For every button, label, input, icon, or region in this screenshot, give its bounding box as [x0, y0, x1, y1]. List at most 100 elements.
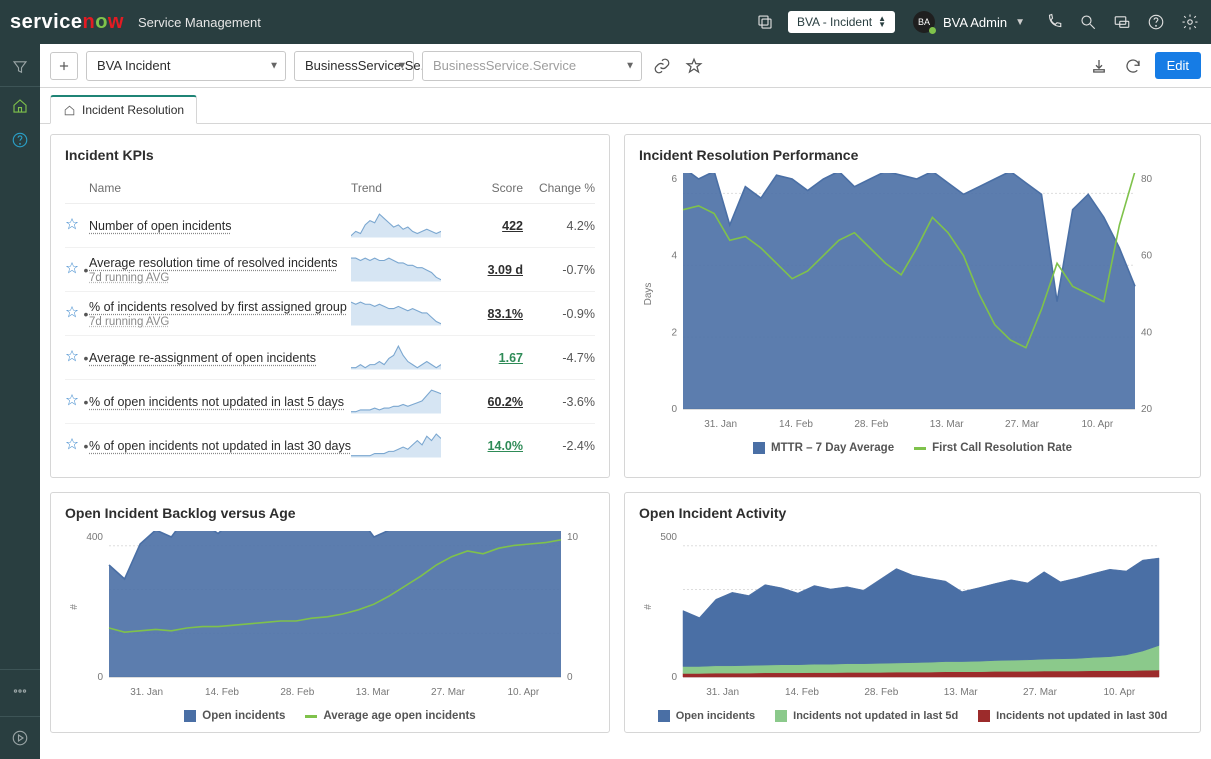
filter-nav-icon[interactable]	[4, 52, 36, 82]
svg-text:10. Apr: 10. Apr	[1081, 419, 1113, 430]
context-picker[interactable]: BVA - Incident ▲▼	[788, 11, 895, 33]
activity-chart[interactable]: 31. Jan14. Feb28. Feb13. Mar27. Mar10. A…	[639, 531, 1169, 701]
kpi-row[interactable]: •% of open incidents not updated in last…	[65, 380, 595, 424]
home-nav-icon[interactable]	[4, 91, 36, 121]
svg-text:0: 0	[567, 672, 573, 683]
svg-text:#: #	[643, 604, 654, 610]
svg-text:28. Feb: 28. Feb	[864, 687, 898, 698]
svg-text:2: 2	[671, 327, 677, 338]
search-icon[interactable]	[1077, 11, 1099, 33]
svg-text:10: 10	[567, 532, 579, 543]
gear-icon[interactable]	[1179, 11, 1201, 33]
kpi-score[interactable]: 83.1%	[451, 307, 523, 321]
svg-text:0: 0	[671, 404, 677, 415]
more-nav-icon[interactable]	[4, 676, 36, 706]
kpi-link[interactable]: Average resolution time of resolved inci…	[89, 256, 338, 270]
download-icon[interactable]	[1087, 54, 1111, 78]
kpi-score[interactable]: 3.09 d	[451, 263, 523, 277]
kpi-score[interactable]: 422	[451, 219, 523, 233]
svg-text:60: 60	[1141, 251, 1153, 262]
svg-text:10. Apr: 10. Apr	[1103, 687, 1135, 698]
context-label: BVA - Incident	[797, 15, 872, 29]
breadcrumb-3[interactable]: BusinessService.Service▼	[422, 51, 642, 81]
kpi-change: -2.4%	[523, 439, 595, 453]
kpi-change: 4.2%	[523, 219, 595, 233]
sort-icon: ▲▼	[878, 16, 886, 28]
card-activity: Open Incident Activity 31. Jan14. Feb28.…	[624, 492, 1201, 733]
star-icon[interactable]	[65, 393, 79, 410]
top-banner: servicenow Service Management BVA - Inci…	[0, 0, 1211, 44]
phone-icon[interactable]	[1043, 11, 1065, 33]
dashboard-scroll[interactable]: Incident KPIs Name Trend Score Change % …	[40, 124, 1211, 759]
user-name: BVA Admin	[943, 15, 1007, 30]
svg-text:0: 0	[97, 672, 103, 683]
star-icon[interactable]	[65, 305, 79, 322]
copy-icon[interactable]	[754, 11, 776, 33]
svg-text:28. Feb: 28. Feb	[280, 687, 314, 698]
kpi-link[interactable]: % of incidents resolved by first assigne…	[89, 300, 347, 314]
star-icon[interactable]	[682, 54, 706, 78]
svg-text:27. Mar: 27. Mar	[1023, 687, 1058, 698]
kpi-row[interactable]: •Average re-assignment of open incidents…	[65, 336, 595, 380]
card-title: Incident Resolution Performance	[639, 147, 1186, 163]
svg-text:27. Mar: 27. Mar	[1005, 419, 1040, 430]
kpi-sub: 7d running AVG	[89, 316, 351, 328]
card-title: Open Incident Backlog versus Age	[65, 505, 595, 521]
svg-text:13. Mar: 13. Mar	[356, 687, 391, 698]
kpi-score[interactable]: 14.0%	[451, 439, 523, 453]
avatar: BA	[913, 11, 935, 33]
kpi-link[interactable]: Number of open incidents	[89, 219, 231, 233]
help-nav-icon[interactable]	[4, 125, 36, 155]
kpi-score[interactable]: 60.2%	[451, 395, 523, 409]
performance-chart[interactable]: 31. Jan14. Feb28. Feb13. Mar27. Mar10. A…	[639, 173, 1169, 433]
left-rail	[0, 44, 40, 759]
chevron-down-icon: ▼	[397, 60, 407, 71]
svg-text:14. Feb: 14. Feb	[785, 687, 819, 698]
tab-incident-resolution[interactable]: Incident Resolution	[50, 95, 197, 124]
play-nav-icon[interactable]	[4, 723, 36, 753]
sparkline	[351, 210, 441, 238]
help-icon[interactable]	[1145, 11, 1167, 33]
kpi-row[interactable]: Number of open incidents 4224.2%	[65, 204, 595, 248]
legend: Open incidents Average age open incident…	[65, 710, 595, 722]
star-icon[interactable]	[65, 217, 79, 234]
svg-text:80: 80	[1141, 174, 1153, 185]
sparkline	[351, 254, 441, 282]
svg-text:27. Mar: 27. Mar	[431, 687, 466, 698]
kpi-link[interactable]: % of open incidents not updated in last …	[89, 439, 351, 453]
kpi-link[interactable]: Average re-assignment of open incidents	[89, 351, 316, 365]
backlog-chart[interactable]: 31. Jan14. Feb28. Feb13. Mar27. Mar10. A…	[65, 531, 595, 701]
svg-text:10. Apr: 10. Apr	[507, 687, 539, 698]
svg-text:31. Jan: 31. Jan	[704, 419, 737, 430]
kpi-score[interactable]: 1.67	[451, 351, 523, 365]
kpi-link[interactable]: % of open incidents not updated in last …	[89, 395, 344, 409]
tab-bar: Incident Resolution	[40, 88, 1211, 124]
sparkline	[351, 430, 441, 458]
link-icon[interactable]	[650, 54, 674, 78]
kpi-row[interactable]: •Average resolution time of resolved inc…	[65, 248, 595, 292]
edit-button[interactable]: Edit	[1155, 52, 1201, 79]
svg-text:#: #	[69, 604, 80, 610]
svg-text:40: 40	[1141, 327, 1153, 338]
user-menu[interactable]: BA BVA Admin ▼	[907, 9, 1031, 35]
svg-text:6: 6	[671, 174, 677, 185]
kpi-change: -3.6%	[523, 395, 595, 409]
legend: MTTR – 7 Day Average First Call Resoluti…	[639, 442, 1186, 454]
chevron-down-icon: ▼	[269, 60, 279, 71]
star-icon[interactable]	[65, 437, 79, 454]
chat-icon[interactable]	[1111, 11, 1133, 33]
breadcrumb-1[interactable]: BVA Incident▼	[86, 51, 286, 81]
star-icon[interactable]	[65, 261, 79, 278]
refresh-icon[interactable]	[1121, 54, 1145, 78]
svg-text:4: 4	[671, 251, 677, 262]
star-icon[interactable]	[65, 349, 79, 366]
svg-text:14. Feb: 14. Feb	[779, 419, 813, 430]
sparkline	[351, 298, 441, 326]
add-button[interactable]	[50, 52, 78, 80]
toolbar: BVA Incident▼ BusinessService.Se...▼ Bus…	[40, 44, 1211, 88]
kpi-row[interactable]: •% of open incidents not updated in last…	[65, 424, 595, 467]
sparkline	[351, 342, 441, 370]
kpi-row[interactable]: •% of incidents resolved by first assign…	[65, 292, 595, 336]
home-icon	[63, 104, 76, 117]
breadcrumb-2[interactable]: BusinessService.Se...▼	[294, 51, 414, 81]
